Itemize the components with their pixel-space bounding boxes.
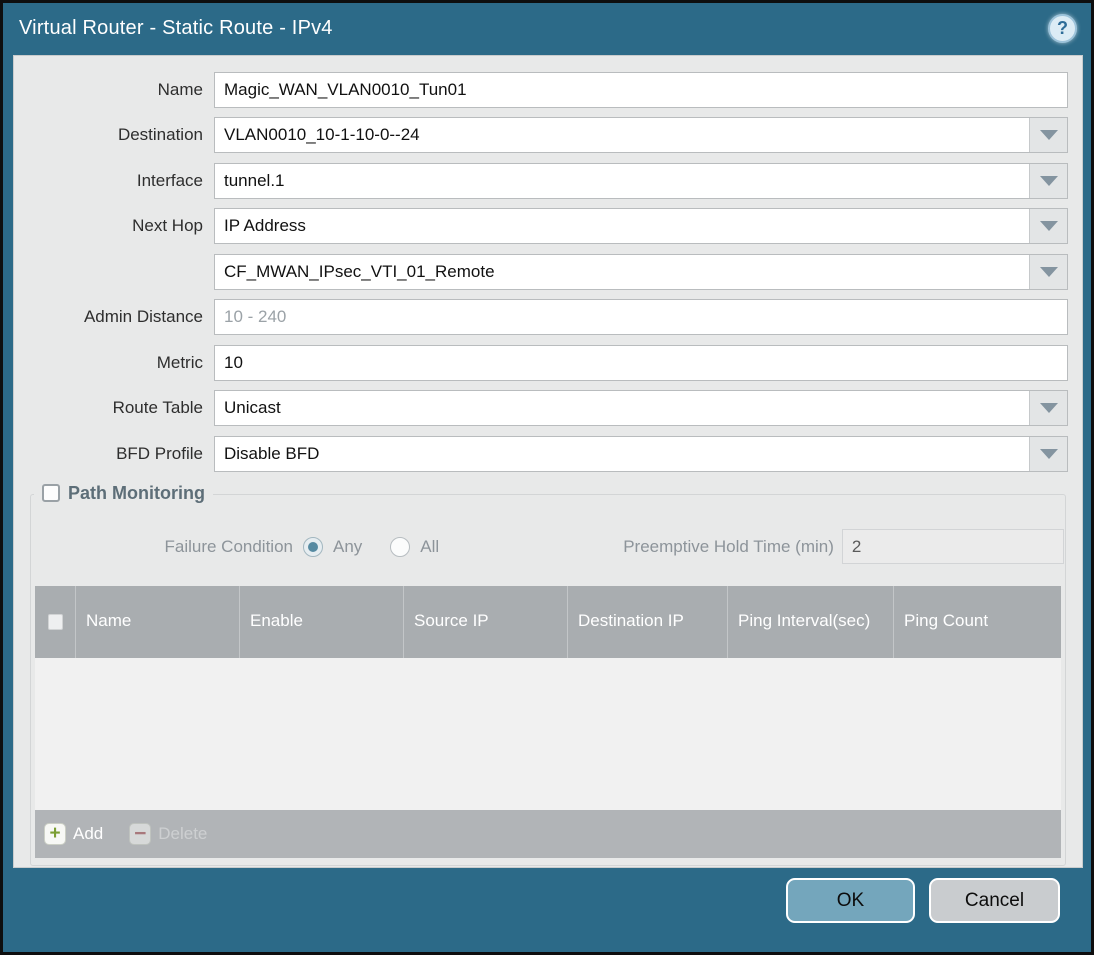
static-route-dialog: Virtual Router - Static Route - IPv4 ? N… — [0, 0, 1094, 955]
next-hop-input[interactable] — [215, 209, 1029, 244]
path-monitoring-checkbox[interactable] — [42, 484, 60, 502]
route-table-label: Route Table — [112, 398, 203, 418]
name-input[interactable] — [214, 71, 1068, 108]
bfd-profile-dropdown-button[interactable] — [1029, 436, 1067, 471]
bfd-profile-combo — [214, 435, 1068, 472]
path-monitoring-table: Name Enable Source IP Destination IP Pin… — [35, 585, 1061, 858]
dialog-titlebar: Virtual Router - Static Route - IPv4 ? — [3, 3, 1091, 53]
route-table-combo — [214, 390, 1068, 427]
dialog-body: Name Destination Interface — [13, 55, 1083, 868]
col-destination-ip[interactable]: Destination IP — [567, 585, 727, 658]
failure-condition-row: Failure Condition Any All Preemptive Hol… — [31, 529, 1065, 565]
radio-all[interactable] — [390, 536, 411, 557]
select-all-cell — [35, 586, 75, 658]
col-enable[interactable]: Enable — [239, 585, 403, 658]
destination-label: Destination — [117, 125, 203, 145]
path-monitoring-title: Path Monitoring — [68, 482, 205, 503]
radio-any[interactable] — [303, 536, 323, 557]
metric-input[interactable] — [214, 344, 1068, 381]
metric-label: Metric — [156, 352, 203, 372]
route-table-dropdown-button[interactable] — [1029, 391, 1067, 426]
preemptive-hold-time-label: Preemptive Hold Time (min) — [623, 536, 834, 556]
help-icon[interactable]: ? — [1048, 13, 1077, 43]
dialog-footer: OK Cancel — [3, 865, 1091, 952]
bfd-profile-label: BFD Profile — [116, 443, 203, 463]
next-hop-address-input[interactable] — [215, 254, 1029, 289]
destination-dropdown-button[interactable] — [1029, 118, 1067, 153]
ok-button[interactable]: OK — [786, 878, 915, 923]
col-name[interactable]: Name — [75, 585, 239, 658]
bfd-profile-input[interactable] — [215, 436, 1029, 471]
admin-distance-input[interactable] — [214, 299, 1068, 336]
path-monitoring-legend: Path Monitoring — [34, 482, 213, 504]
table-toolbar: + Add − Delete — [35, 809, 1061, 858]
route-table-input[interactable] — [215, 391, 1029, 426]
col-ping-count[interactable]: Ping Count — [893, 585, 1061, 658]
next-hop-combo — [214, 208, 1068, 245]
radio-dot — [308, 541, 318, 552]
cancel-button[interactable]: Cancel — [929, 878, 1060, 923]
name-label: Name — [157, 79, 203, 99]
interface-row: Interface — [14, 158, 1068, 204]
select-all-checkbox[interactable] — [47, 613, 63, 630]
delete-button[interactable]: − Delete — [129, 822, 208, 845]
radio-any-label: Any — [333, 536, 363, 556]
chevron-down-icon — [1039, 221, 1058, 232]
add-plus-icon: + — [44, 822, 66, 845]
table-body-empty — [35, 657, 1061, 810]
failure-condition-radio-group: Any All — [303, 536, 467, 557]
next-hop-address-dropdown-button[interactable] — [1029, 254, 1067, 289]
radio-all-label: All — [420, 536, 440, 556]
footer-buttons: OK Cancel — [786, 878, 1060, 923]
bfd-profile-row: BFD Profile — [14, 431, 1068, 477]
admin-distance-label: Admin Distance — [83, 307, 203, 327]
chevron-down-icon — [1039, 175, 1058, 186]
destination-combo — [214, 117, 1068, 154]
static-route-form: Name Destination Interface — [14, 56, 1082, 477]
add-button-label: Add — [73, 823, 104, 843]
col-ping-interval[interactable]: Ping Interval(sec) — [727, 585, 893, 658]
name-row: Name — [14, 67, 1068, 113]
chevron-down-icon — [1039, 130, 1058, 141]
add-button[interactable]: + Add — [44, 822, 104, 845]
interface-label: Interface — [136, 170, 203, 190]
next-hop-label: Next Hop — [132, 216, 203, 236]
failure-condition-label: Failure Condition — [164, 536, 293, 556]
delete-button-label: Delete — [158, 823, 208, 843]
destination-input[interactable] — [215, 118, 1029, 153]
col-source-ip[interactable]: Source IP — [403, 585, 567, 658]
metric-row: Metric — [14, 340, 1068, 386]
next-hop-address-row — [14, 249, 1068, 295]
path-monitoring-section: Path Monitoring Failure Condition Any Al… — [30, 482, 1066, 866]
next-hop-row: Next Hop — [14, 204, 1068, 250]
delete-minus-icon: − — [129, 822, 152, 845]
destination-row: Destination — [14, 113, 1068, 159]
preemptive-hold-time-input[interactable] — [841, 529, 1064, 564]
next-hop-dropdown-button[interactable] — [1029, 209, 1067, 244]
route-table-row: Route Table — [14, 386, 1068, 432]
interface-dropdown-button[interactable] — [1029, 163, 1067, 198]
interface-combo — [214, 162, 1068, 199]
chevron-down-icon — [1039, 448, 1058, 459]
dialog-title: Virtual Router - Static Route - IPv4 — [19, 16, 333, 39]
chevron-down-icon — [1039, 266, 1058, 277]
interface-input[interactable] — [215, 163, 1029, 198]
chevron-down-icon — [1039, 403, 1058, 414]
next-hop-address-combo — [214, 253, 1068, 290]
admin-distance-row: Admin Distance — [14, 295, 1068, 341]
table-header: Name Enable Source IP Destination IP Pin… — [35, 585, 1061, 658]
